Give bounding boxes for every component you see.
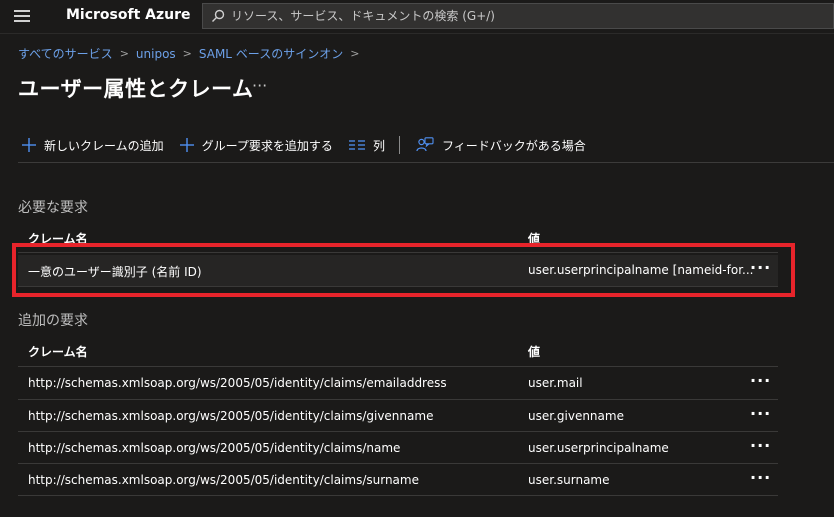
claim-name-cell: 一意のユーザー識別子 (名前 ID): [28, 265, 202, 279]
claim-name-cell: http://schemas.xmlsoap.org/ws/2005/05/id…: [28, 409, 434, 423]
required-col-claim-name[interactable]: クレーム名: [28, 230, 88, 247]
feedback-person-icon: [416, 137, 434, 153]
grid-line: [18, 495, 778, 496]
add-group-claim-button[interactable]: グループ要求を追加する: [179, 137, 333, 154]
title-more-icon[interactable]: ···: [252, 76, 267, 95]
page-title: ユーザー属性とクレーム: [18, 77, 254, 101]
brand-title[interactable]: Microsoft Azure: [66, 7, 191, 23]
columns-icon: [348, 139, 365, 151]
search-icon: [212, 9, 225, 22]
feedback-button[interactable]: フィードバックがある場合: [416, 137, 586, 154]
row-more-icon[interactable]: ···: [750, 468, 771, 487]
required-claims-title: 必要な要求: [18, 200, 88, 216]
table-row[interactable]: http://schemas.xmlsoap.org/ws/2005/05/id…: [18, 465, 778, 496]
row-more-icon[interactable]: ···: [750, 404, 771, 423]
add-claim-button[interactable]: 新しいクレームの追加: [22, 137, 164, 154]
claim-value-cell: user.userprincipalname: [528, 441, 669, 455]
claim-value-cell: user.mail: [528, 376, 583, 390]
required-col-value[interactable]: 値: [528, 230, 540, 247]
claim-value-cell: user.userprincipalname [nameid-for...: [528, 263, 754, 277]
columns-label: 列: [372, 138, 385, 153]
breadcrumb-separator: >: [182, 47, 192, 60]
claim-value-cell: user.surname: [528, 473, 610, 487]
breadcrumb-unipos[interactable]: unipos: [136, 47, 176, 61]
claim-name-cell: http://schemas.xmlsoap.org/ws/2005/05/id…: [28, 473, 419, 487]
row-more-icon[interactable]: ···: [750, 371, 771, 390]
add-claim-label: 新しいクレームの追加: [44, 138, 164, 153]
plus-icon: [179, 138, 194, 152]
search-input[interactable]: [231, 9, 833, 23]
grid-line: [18, 366, 778, 367]
hamburger-menu-icon[interactable]: [14, 10, 30, 22]
add-group-claim-label: グループ要求を追加する: [201, 138, 333, 153]
claim-name-cell: http://schemas.xmlsoap.org/ws/2005/05/id…: [28, 441, 401, 455]
table-row[interactable]: 一意のユーザー識別子 (名前 ID) user.userprincipalnam…: [18, 255, 778, 286]
grid-line: [18, 286, 778, 287]
breadcrumb-saml-signon[interactable]: SAML ベースのサインオン: [199, 45, 343, 62]
search-box[interactable]: [202, 3, 834, 29]
table-row[interactable]: http://schemas.xmlsoap.org/ws/2005/05/id…: [18, 368, 778, 399]
breadcrumb-separator: >: [350, 47, 360, 60]
claim-name-cell: http://schemas.xmlsoap.org/ws/2005/05/id…: [28, 376, 447, 390]
additional-col-value[interactable]: 値: [528, 343, 540, 360]
toolbar-divider: [398, 136, 400, 154]
breadcrumb-separator: >: [119, 47, 129, 60]
claim-value-cell: user.givenname: [528, 409, 624, 423]
additional-col-claim-name[interactable]: クレーム名: [28, 343, 88, 360]
table-row[interactable]: http://schemas.xmlsoap.org/ws/2005/05/id…: [18, 433, 778, 464]
grid-line: [18, 399, 778, 400]
plus-icon: [22, 138, 36, 152]
row-more-icon[interactable]: ···: [750, 436, 771, 455]
feedback-label: フィードバックがある場合: [441, 138, 586, 153]
grid-line: [18, 252, 778, 253]
toolbar-divider-line: [18, 162, 834, 163]
table-row[interactable]: http://schemas.xmlsoap.org/ws/2005/05/id…: [18, 401, 778, 432]
row-more-icon[interactable]: ···: [750, 258, 771, 277]
command-bar: 新しいクレームの追加 グループ要求を追加する 列 フィードバックがある場合: [22, 134, 602, 156]
breadcrumb-all-services[interactable]: すべてのサービス: [18, 45, 113, 62]
breadcrumb: すべてのサービス > unipos > SAML ベースのサインオン >: [18, 45, 366, 62]
columns-button[interactable]: 列: [348, 137, 385, 154]
top-bar: Microsoft Azure: [0, 0, 834, 34]
additional-claims-title: 追加の要求: [18, 313, 88, 329]
grid-line: [18, 463, 778, 464]
grid-line: [18, 431, 778, 432]
